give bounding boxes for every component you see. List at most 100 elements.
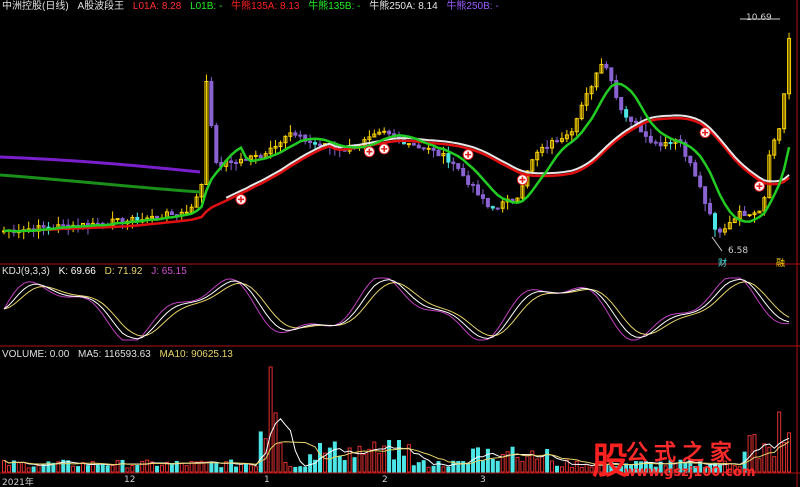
volume-bar — [16, 462, 21, 473]
kdj-k-line — [3, 278, 790, 340]
candle-body — [253, 154, 258, 157]
candle-body — [293, 132, 298, 136]
l01b-label: L01B: - — [190, 1, 223, 12]
volume-bar — [31, 466, 36, 473]
candle-body — [155, 215, 160, 219]
volume-bar — [145, 459, 150, 473]
volume-bar — [490, 459, 495, 473]
kdj-name: KDJ(9,3,3) — [2, 266, 50, 277]
volume-bar — [253, 466, 258, 473]
volume-bar — [476, 447, 480, 473]
volume-bar — [243, 463, 248, 473]
volume-bar — [2, 459, 6, 473]
volume-bar — [441, 466, 446, 473]
candle-body — [708, 202, 713, 215]
volume-header: VOLUME: 0.00 MA5: 116593.63 MA10: 90625.… — [2, 349, 239, 361]
volume-bar — [298, 466, 303, 473]
volume-bar — [110, 465, 115, 473]
candle-body — [184, 211, 189, 214]
candle-body — [115, 218, 120, 221]
candle-body — [41, 225, 46, 228]
ma135a-label: 牛熊135A: 8.13 — [231, 1, 300, 12]
stock-name[interactable]: 中洲控股(日线) — [2, 1, 69, 12]
kdj-header: KDJ(9,3,3) K: 69.66 D: 71.92 J: 65.15 — [2, 266, 193, 278]
volume-bar — [387, 439, 392, 473]
ma250b-line — [0, 155, 201, 174]
volume-bar — [100, 464, 105, 473]
volume-bar — [426, 466, 431, 473]
volume-bar — [184, 465, 189, 473]
volume-bar — [273, 412, 278, 473]
volume-ma10-label: MA10: 90625.13 — [159, 349, 233, 360]
volume-bar — [239, 463, 243, 473]
candle-body — [318, 143, 322, 146]
candle-body — [61, 224, 66, 227]
x-tick: 2021年 — [2, 478, 34, 487]
volume-bar — [377, 452, 382, 473]
x-tick: 12 — [124, 475, 136, 485]
volume-bar — [6, 465, 11, 473]
candle-body — [480, 194, 485, 199]
volume-bar — [480, 460, 485, 473]
candle-body — [234, 162, 239, 165]
candle-body — [703, 186, 708, 204]
candle-body — [308, 140, 313, 144]
kdj-k-label: K: 69.66 — [58, 266, 96, 277]
candle-body — [382, 130, 387, 133]
low-price-annotation: 6.58 — [728, 246, 749, 256]
watermark-url: www.gszj100.com — [624, 465, 756, 480]
candle-body — [604, 63, 609, 69]
volume-bar — [209, 462, 214, 473]
main-header: 中洲控股(日线) A股波段王 L01A: 8.28 L01B: - 牛熊135A… — [2, 1, 505, 13]
volume-bar — [535, 458, 540, 473]
chart-canvas — [0, 0, 800, 487]
volume-bar — [268, 366, 273, 473]
volume-bar — [125, 467, 130, 473]
volume-bar — [140, 460, 145, 473]
volume-bar — [204, 461, 209, 473]
volume-bar — [550, 460, 555, 473]
volume-bar — [421, 460, 426, 473]
volume-bar — [342, 460, 347, 473]
volume-bar — [525, 454, 530, 473]
volume-name: VOLUME: 0.00 — [2, 349, 70, 360]
volume-bar — [115, 460, 120, 473]
ma135b-label: 牛熊135B: - — [308, 1, 361, 12]
candle-body — [456, 163, 461, 169]
volume-bar — [105, 465, 110, 473]
candle-body — [421, 147, 426, 150]
candle-body — [619, 96, 624, 111]
volume-bar — [411, 465, 416, 473]
volume-bar — [308, 454, 313, 473]
volume-bar — [85, 465, 90, 473]
volume-bar — [431, 465, 436, 473]
watermark: 股 公式之家 www.gszj100.com — [556, 432, 792, 484]
x-tick: 1 — [264, 475, 270, 485]
candle-body — [555, 140, 559, 143]
volume-bar — [169, 463, 174, 473]
volume-bar — [357, 445, 362, 473]
candle-body — [313, 142, 318, 145]
volume-bar — [214, 462, 219, 473]
volume-bar — [495, 460, 500, 473]
l01b-line — [3, 82, 791, 233]
ma250a-label: 牛熊250A: 8.14 — [369, 1, 438, 12]
volume-bar — [436, 461, 441, 473]
volume-bar — [510, 446, 515, 473]
volume-bar — [540, 455, 545, 473]
candle-body — [747, 214, 752, 217]
chart-root: 中洲控股(日线) A股波段王 L01A: 8.28 L01B: - 牛熊135A… — [0, 0, 800, 487]
candle-body — [485, 197, 490, 208]
volume-bar — [120, 459, 125, 473]
candle-body — [416, 144, 421, 149]
volume-bar — [382, 445, 387, 473]
volume-bar — [293, 466, 298, 473]
candle-body — [426, 147, 431, 150]
candle-body — [495, 207, 500, 210]
candle-body — [688, 155, 693, 164]
volume-bar — [303, 466, 308, 473]
volume-bar — [520, 460, 525, 473]
volume-bar — [229, 459, 234, 473]
candle-body — [214, 125, 219, 163]
high-price-annotation: 10.69 — [746, 13, 772, 23]
